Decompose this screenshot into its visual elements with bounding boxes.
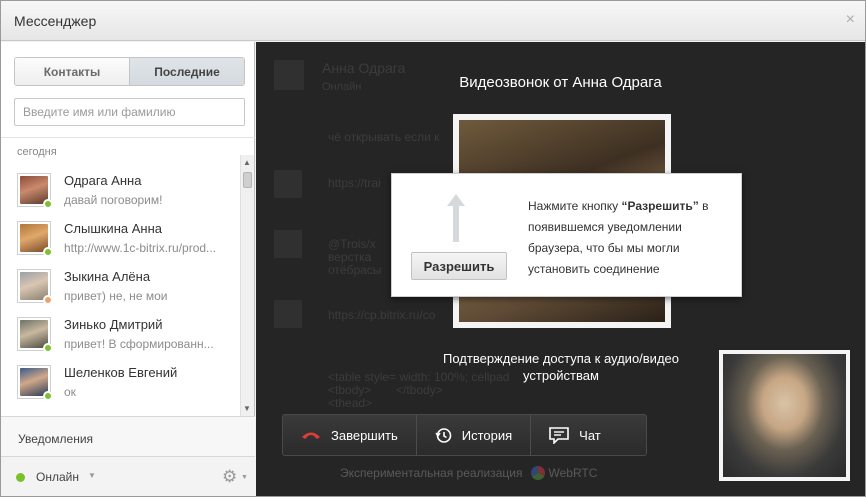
chat-label: Чат xyxy=(579,427,601,443)
contact-name: Зинько Дмитрий xyxy=(64,317,163,332)
experimental-label: Экспериментальная реализация xyxy=(340,466,523,480)
hangup-icon xyxy=(301,430,321,440)
scroll-up-icon[interactable]: ▲ xyxy=(243,158,251,167)
confirm-text: Подтверждение доступа к аудио/видео устр… xyxy=(443,351,679,383)
experimental-note: Экспериментальная реализация WebRTC xyxy=(340,466,597,480)
gear-icon[interactable]: ⚙ xyxy=(222,467,237,487)
ghost-chat-line: верстка xyxy=(328,250,372,264)
recent-list: сегодня Одрага Анна давай поговорим! Слы… xyxy=(1,138,239,416)
scroll-thumb[interactable] xyxy=(243,172,252,188)
list-item[interactable]: Слышкина Анна http://www.1c-bitrix.ru/pr… xyxy=(1,215,239,263)
webrtc-label: WebRTC xyxy=(548,466,598,480)
ghost-chat-line: @Trois/x xyxy=(328,237,376,251)
chevron-down-icon[interactable]: ▼ xyxy=(88,471,96,480)
list-item[interactable]: Зинько Дмитрий привет! В сформированн... xyxy=(1,311,239,359)
contacts-sidebar: Контакты Последние сегодня Одрага Анна д… xyxy=(1,42,255,496)
ghost-avatar xyxy=(274,230,302,258)
online-status-icon xyxy=(43,247,53,257)
contact-name: Шеленков Евгений xyxy=(64,365,178,380)
messenger-window: Мессенджер × Контакты Последние сегодня … xyxy=(0,0,866,497)
notifications-label: Уведомления xyxy=(18,432,94,446)
list-item[interactable]: Шеленков Евгений ок xyxy=(1,359,239,407)
call-title: Видеозвонок от Анна Одрага xyxy=(459,74,662,91)
allow-button[interactable]: Разрешить xyxy=(411,252,507,280)
video-call-panel: Анна Одрага Онлайн чё открывать если к h… xyxy=(256,42,865,496)
list-item[interactable]: Одрага Анна давай поговорим! xyxy=(1,167,239,215)
online-status-icon xyxy=(43,343,53,353)
ghost-chat-line: <tbody> xyxy=(328,383,372,397)
online-status-icon xyxy=(43,199,53,209)
chat-button[interactable]: Чат xyxy=(531,415,619,455)
contact-name: Зыкина Алёна xyxy=(64,269,151,284)
status-bar: Онлайн ▼ ⚙ ▼ xyxy=(1,456,255,496)
ghost-avatar xyxy=(274,300,302,328)
online-status-icon xyxy=(16,473,25,482)
hangup-button[interactable]: Завершить xyxy=(283,415,417,455)
ghost-chat-line: </tbody> xyxy=(396,383,443,397)
ghost-chat-line: чё открывать если к xyxy=(328,130,440,144)
prompt-text: Нажмите кнопку “Разрешить” в появившемся… xyxy=(528,199,709,276)
close-icon[interactable]: × xyxy=(846,11,855,29)
webrtc-logo-icon xyxy=(530,466,545,480)
last-message: ок xyxy=(64,385,76,399)
ghost-chat-line: <thead> xyxy=(328,396,373,410)
self-video xyxy=(719,350,850,481)
status-selector[interactable]: Онлайн xyxy=(36,470,79,484)
history-icon xyxy=(435,427,452,444)
search-input[interactable] xyxy=(14,98,245,126)
away-status-icon xyxy=(43,295,53,305)
ghost-chat-line: отёбрасы xyxy=(328,263,382,277)
call-controls: Завершить История Чат xyxy=(282,414,647,456)
list-item[interactable]: Зыкина Алёна привет) не, не мои xyxy=(1,263,239,311)
hangup-label: Завершить xyxy=(331,427,398,443)
last-message: привет) не, не мои xyxy=(64,289,168,303)
contact-name: Одрага Анна xyxy=(64,173,142,188)
contact-name: Слышкина Анна xyxy=(64,221,162,236)
title-bar: Мессенджер × xyxy=(1,1,865,41)
window-title: Мессенджер xyxy=(14,13,97,29)
last-message: привет! В сформированн... xyxy=(64,337,214,351)
history-label: История xyxy=(461,427,513,443)
chat-icon xyxy=(549,426,569,444)
scrollbar[interactable]: ▲ ▼ xyxy=(240,155,254,416)
notifications-button[interactable]: Уведомления xyxy=(1,416,255,456)
chevron-down-icon[interactable]: ▼ xyxy=(241,474,248,481)
arrow-up-icon xyxy=(447,194,465,242)
online-status-icon xyxy=(43,391,53,401)
tab-contacts[interactable]: Контакты xyxy=(15,58,129,85)
tab-recent[interactable]: Последние xyxy=(129,58,244,85)
history-button[interactable]: История xyxy=(417,415,532,455)
group-label: сегодня xyxy=(17,146,57,158)
ghost-chat-line: https://trai xyxy=(328,176,381,190)
last-message: давай поговорим! xyxy=(64,193,163,207)
ghost-avatar xyxy=(274,170,302,198)
scroll-down-icon[interactable]: ▼ xyxy=(243,404,251,413)
permission-prompt: Разрешить Нажмите кнопку “Разрешить” в п… xyxy=(391,173,742,297)
last-message: http://www.1c-bitrix.ru/prod... xyxy=(64,241,217,255)
ghost-chat-line: https://cp.bitrix.ru/co xyxy=(328,308,436,322)
sidebar-tabs: Контакты Последние xyxy=(14,57,245,86)
